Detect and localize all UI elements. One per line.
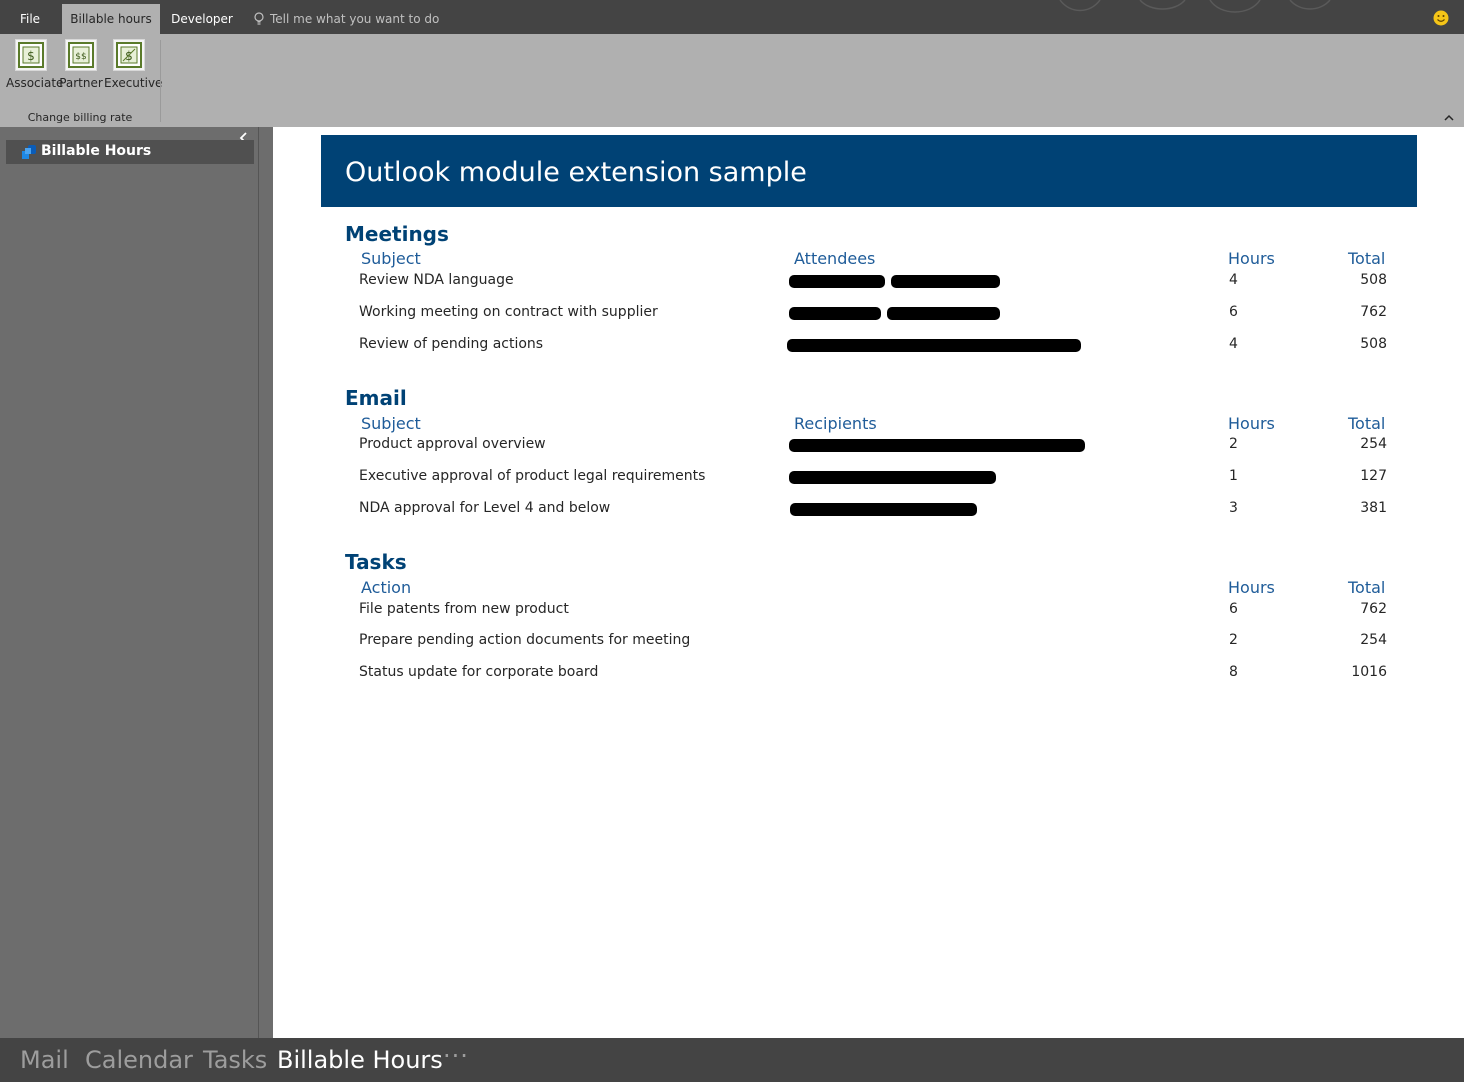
redacted-attendee — [887, 307, 1000, 320]
task-hours: 2 — [1229, 632, 1238, 648]
collapse-ribbon-icon[interactable] — [1443, 112, 1455, 124]
module-calendar[interactable]: Calendar — [85, 1046, 193, 1074]
email-subject: Product approval overview — [359, 436, 546, 452]
nav-item-billable-hours[interactable]: Billable Hours — [6, 140, 254, 164]
redacted-recipient — [789, 471, 996, 484]
meetings-total-header: Total — [1348, 249, 1386, 268]
email-total-header: Total — [1348, 414, 1386, 433]
meeting-hours: 4 — [1229, 272, 1238, 288]
task-hours: 8 — [1229, 664, 1238, 680]
module-tasks[interactable]: Tasks — [203, 1046, 267, 1074]
tasks-hours-header: Hours — [1228, 578, 1275, 597]
redacted-attendee — [789, 307, 881, 320]
email-total: 254 — [1360, 436, 1387, 452]
email-hours: 3 — [1229, 500, 1238, 516]
module-billable-hours[interactable]: Billable Hours — [277, 1046, 443, 1074]
decorative-swirl-icon — [1059, 0, 1331, 13]
partner-label: Partner — [59, 76, 103, 90]
svg-text:$: $ — [125, 49, 133, 63]
task-hours: 6 — [1229, 601, 1238, 617]
associate-rate-button[interactable]: $ Associate — [6, 39, 64, 91]
meetings-subject-header: Subject — [361, 249, 421, 268]
meetings-attendees-header: Attendees — [794, 249, 876, 268]
tell-me-placeholder: Tell me what you want to do — [270, 12, 440, 26]
executive-rate-button[interactable]: $ Executive — [104, 39, 163, 91]
email-section-title: Email — [345, 386, 407, 410]
redacted-recipient — [790, 503, 977, 516]
meeting-subject: Working meeting on contract with supplie… — [359, 304, 658, 320]
lightbulb-icon — [254, 12, 264, 25]
redacted-attendee — [891, 275, 1000, 288]
ribbon-group-label: Change billing rate — [27, 111, 133, 124]
meetings-hours-header: Hours — [1228, 249, 1275, 268]
meeting-total: 762 — [1360, 304, 1387, 320]
executive-label: Executive — [104, 76, 163, 90]
email-subject-header: Subject — [361, 414, 421, 433]
page-title: Outlook module extension sample — [345, 157, 807, 188]
tell-me-search[interactable]: Tell me what you want to do — [254, 4, 439, 34]
ribbon-group-divider — [160, 40, 161, 122]
meeting-subject: Review NDA language — [359, 272, 514, 288]
meeting-total: 508 — [1360, 272, 1387, 288]
header-banner: Outlook module extension sample — [321, 135, 1417, 207]
task-action: File patents from new product — [359, 601, 569, 617]
svg-text:$$: $$ — [75, 52, 86, 62]
task-total: 254 — [1360, 632, 1387, 648]
email-hours-header: Hours — [1228, 414, 1275, 433]
tab-developer[interactable]: Developer — [162, 4, 242, 34]
redacted-attendee — [787, 339, 1081, 352]
tab-file[interactable]: File — [0, 4, 60, 34]
email-hours: 2 — [1229, 436, 1238, 452]
tasks-total-header: Total — [1348, 578, 1386, 597]
module-mail[interactable]: Mail — [20, 1046, 69, 1074]
redacted-attendee — [789, 275, 885, 288]
meeting-hours: 6 — [1229, 304, 1238, 320]
svg-text:$: $ — [27, 49, 35, 63]
task-total: 1016 — [1351, 664, 1387, 680]
more-modules-button[interactable]: ··· — [443, 1042, 469, 1070]
meeting-total: 508 — [1360, 336, 1387, 352]
tab-billable-hours[interactable]: Billable hours — [62, 4, 160, 34]
dollar-icon: $$ — [65, 39, 97, 71]
email-subject: NDA approval for Level 4 and below — [359, 500, 611, 516]
task-action: Status update for corporate board — [359, 664, 599, 680]
task-action: Prepare pending action documents for mee… — [359, 632, 691, 648]
task-total: 762 — [1360, 601, 1387, 617]
main-content: Outlook module extension sample Meetings… — [273, 127, 1464, 1038]
meeting-hours: 4 — [1229, 336, 1238, 352]
email-recipients-header: Recipients — [794, 414, 877, 433]
meetings-section-title: Meetings — [345, 222, 449, 246]
tasks-section-title: Tasks — [345, 550, 407, 574]
tasks-action-header: Action — [361, 578, 412, 597]
nav-pane-divider — [258, 127, 259, 1038]
partner-rate-button[interactable]: $$ Partner — [56, 39, 106, 91]
dollar-icon: $ — [113, 39, 145, 71]
navigation-pane: Billable Hours — [0, 127, 273, 1038]
billable-hours-icon — [22, 145, 36, 159]
email-total: 381 — [1360, 500, 1387, 516]
ribbon-tab-bar: File Billable hours Developer Tell me wh… — [0, 0, 1464, 34]
associate-label: Associate — [6, 76, 64, 90]
smiley-feedback-icon[interactable] — [1433, 10, 1449, 26]
nav-item-label: Billable Hours — [41, 143, 152, 159]
redacted-recipient — [789, 439, 1085, 452]
email-hours: 1 — [1229, 468, 1238, 484]
meeting-subject: Review of pending actions — [359, 336, 544, 352]
email-total: 127 — [1360, 468, 1387, 484]
ribbon: $ Associate $$ Partner $ Executive Chang… — [0, 34, 1464, 127]
module-switcher-bar: Mail Calendar Tasks Billable Hours ··· — [0, 1038, 1464, 1082]
dollar-icon: $ — [15, 39, 47, 71]
email-subject: Executive approval of product legal requ… — [359, 468, 706, 484]
